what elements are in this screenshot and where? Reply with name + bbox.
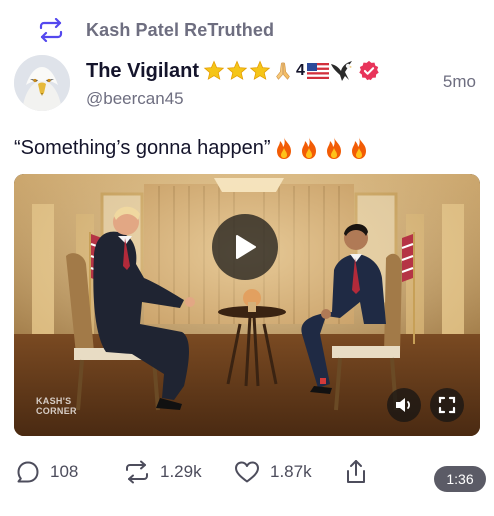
name-suffix-number: 4 <box>295 62 305 79</box>
fullscreen-button[interactable] <box>430 388 464 422</box>
star-emoji-icon <box>226 60 248 80</box>
speaker-icon <box>396 398 411 412</box>
share-button[interactable] <box>344 456 368 488</box>
star-emoji-icon <box>249 60 271 80</box>
author-name-emojis: 4 <box>203 60 380 82</box>
eagle-emoji-icon <box>330 61 352 81</box>
us-flag-emoji-icon <box>306 63 329 79</box>
star-emoji-icon <box>203 60 225 80</box>
author-name[interactable]: The Vigilant <box>86 60 199 83</box>
share-icon <box>347 460 365 483</box>
post-text: “Something’s gonna happen” <box>14 136 271 159</box>
fire-emoji-icon <box>277 137 292 159</box>
author-name-row[interactable]: The Vigilant 4 <box>86 57 380 85</box>
verified-badge-icon <box>359 60 379 81</box>
post-actions: 108 1.29k 1.87k <box>0 456 494 488</box>
video-player[interactable]: KASH'S CORNER <box>14 174 480 436</box>
retruth-action-icon <box>126 460 148 484</box>
heart-icon <box>235 461 259 483</box>
fire-emojis <box>273 136 370 160</box>
post-body: “Something’s gonna happen” <box>14 136 370 160</box>
retruth-label[interactable]: Kash Patel ReTruthed <box>86 20 274 41</box>
fire-emoji-icon <box>327 137 342 159</box>
play-icon <box>236 235 256 259</box>
video-duration: 1:36 <box>434 466 486 492</box>
retruth-header[interactable]: Kash Patel ReTruthed <box>36 16 274 44</box>
like-button[interactable]: 1.87k <box>234 456 312 488</box>
avatar[interactable] <box>14 55 70 111</box>
mute-button[interactable] <box>387 388 421 422</box>
retruth-count: 1.29k <box>160 462 202 481</box>
retruth-icon <box>36 17 66 43</box>
video-watermark: KASH'S CORNER <box>36 396 77 416</box>
fire-emoji-icon <box>302 137 317 159</box>
comment-icon <box>17 461 39 483</box>
truth-post-card: Kash Patel ReTruthed The Vigilant 4 @bee… <box>0 0 494 516</box>
fullscreen-icon <box>438 396 456 414</box>
fire-emoji-icon <box>352 137 367 159</box>
author-handle[interactable]: @beercan45 <box>86 89 184 109</box>
like-count: 1.87k <box>270 462 312 481</box>
reply-count: 108 <box>50 462 79 481</box>
reply-button[interactable]: 108 <box>16 456 78 488</box>
play-button[interactable] <box>212 214 278 280</box>
post-timestamp[interactable]: 5mo <box>443 72 476 92</box>
praying-hands-emoji-icon <box>276 62 290 80</box>
retruth-button[interactable]: 1.29k <box>124 456 202 488</box>
